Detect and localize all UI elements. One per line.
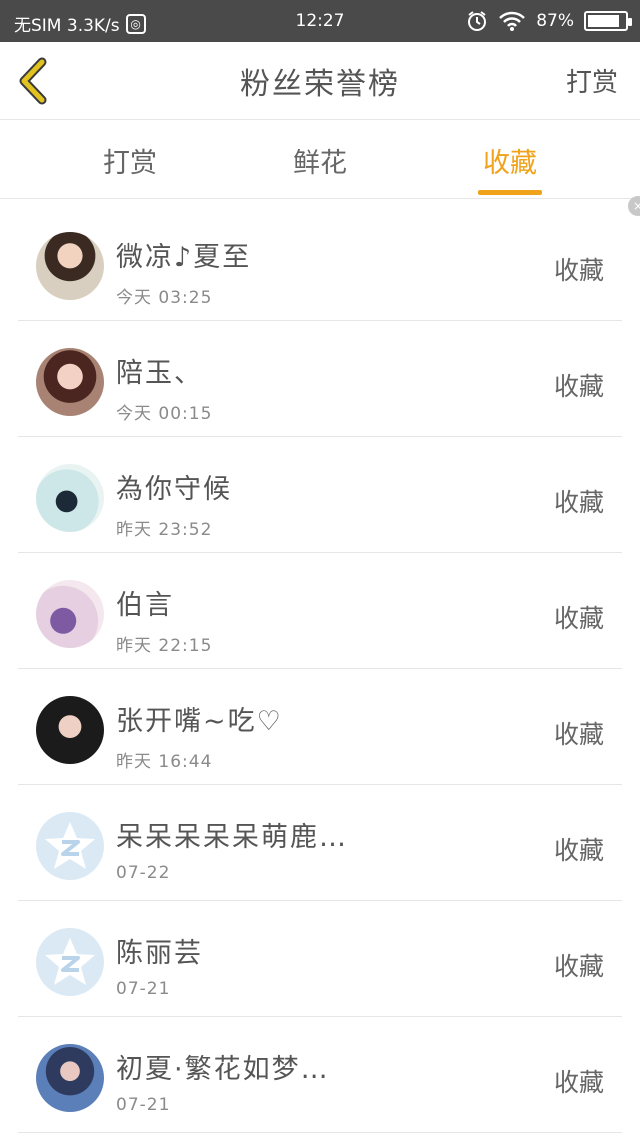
globe-icon: ◎ [125, 13, 146, 34]
list-item[interactable]: 初夏·繁花如梦… 07-21 收藏 [0, 1017, 640, 1133]
fan-name: 陈丽芸 [116, 938, 203, 969]
list-item[interactable]: 微凉♪夏至今天 03:25 收藏 [0, 205, 640, 321]
alarm-icon [468, 11, 487, 31]
favorite-button[interactable]: 收藏 [554, 483, 604, 519]
fan-name: 伯言 [116, 590, 174, 621]
qq-zone-star-icon [45, 822, 95, 869]
fan-time: 昨天 22:15 [116, 636, 213, 656]
avatar[interactable] [36, 1044, 104, 1112]
carrier-text: 无SIM 3.3K/s [14, 16, 120, 36]
avatar[interactable] [36, 464, 104, 532]
list-item[interactable]: 呆呆呆呆呆萌鹿… 07-22 收藏 [0, 785, 640, 901]
favorite-button[interactable]: 收藏 [554, 367, 604, 403]
fan-time: 07-22 [116, 863, 171, 883]
qq-zone-star-icon [45, 938, 95, 985]
fan-time: 今天 00:15 [116, 404, 213, 424]
page-title: 粉丝荣誉榜 [240, 67, 400, 102]
battery-icon [584, 11, 632, 31]
list-item[interactable]: 為你守候昨天 23:52 收藏 [0, 437, 640, 553]
wifi-icon [499, 11, 526, 31]
nav-bar: 粉丝荣誉榜 打赏 [0, 42, 640, 120]
fan-time: 昨天 23:52 [116, 520, 213, 540]
favorite-button[interactable]: 收藏 [554, 599, 604, 635]
favorite-button[interactable]: 收藏 [554, 947, 604, 983]
back-button[interactable] [14, 56, 54, 106]
status-bar: 无SIM 3.3K/s ◎ 12:27 87% [0, 0, 640, 42]
reward-button[interactable]: 打赏 [566, 62, 618, 99]
divider [18, 1132, 622, 1133]
fan-name: 呆呆呆呆呆萌鹿… [116, 822, 348, 853]
list-item[interactable]: 张开嘴~吃♡ 昨天 16:44 收藏 [0, 669, 640, 785]
tab-favorites[interactable]: 收藏 [440, 121, 580, 199]
list-item[interactable]: 陪玉、今天 00:15 收藏 [0, 321, 640, 437]
tab-bar: 打赏 鲜花 收藏 [0, 121, 640, 199]
fan-name: 张开嘴~吃♡ [116, 706, 283, 737]
clock-text: 12:27 [295, 11, 345, 31]
list-item[interactable]: 伯言昨天 22:15 收藏 [0, 553, 640, 669]
fan-time: 今天 03:25 [116, 288, 213, 308]
battery-percent: 87% [536, 11, 574, 31]
avatar[interactable] [36, 580, 104, 648]
fan-name: 微凉♪夏至 [116, 242, 252, 273]
default-avatar[interactable] [36, 812, 104, 880]
active-tab-indicator [478, 190, 542, 195]
favorite-button[interactable]: 收藏 [554, 251, 604, 287]
fan-name: 為你守候 [116, 474, 232, 505]
fan-name: 初夏·繁花如梦… [116, 1054, 330, 1085]
list-item[interactable]: 陈丽芸 07-21 收藏 [0, 901, 640, 1017]
fan-time: 07-21 [116, 979, 171, 999]
fan-time: 07-21 [116, 1095, 171, 1115]
favorite-button[interactable]: 收藏 [554, 715, 604, 751]
avatar[interactable] [36, 232, 104, 300]
favorite-button[interactable]: 收藏 [554, 1063, 604, 1099]
tab-reward[interactable]: 打赏 [60, 121, 200, 199]
avatar[interactable] [36, 348, 104, 416]
favorite-button[interactable]: 收藏 [554, 831, 604, 867]
fan-name: 陪玉、 [116, 358, 203, 389]
tab-flowers[interactable]: 鲜花 [250, 121, 390, 199]
default-avatar[interactable] [36, 928, 104, 996]
avatar[interactable] [36, 696, 104, 764]
fan-time: 昨天 16:44 [116, 752, 213, 772]
